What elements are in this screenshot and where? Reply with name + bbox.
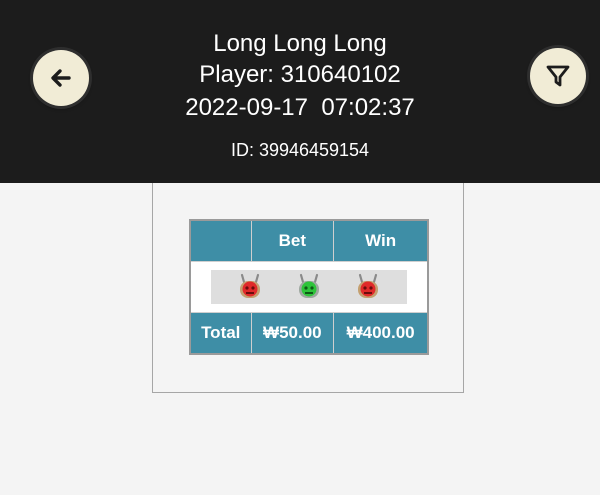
- total-bet-value: ₩50.00: [250, 312, 335, 355]
- player-label: Player: 310640102: [199, 61, 401, 88]
- total-label: Total: [189, 312, 252, 355]
- red-robot-icon: [357, 273, 378, 298]
- total-row: Total ₩50.00 ₩400.00: [189, 312, 429, 355]
- green-robot-icon: [298, 273, 319, 298]
- header-cell-bet: Bet: [250, 219, 335, 262]
- result-icons-strip: [211, 270, 407, 304]
- total-win-value: ₩400.00: [333, 312, 429, 355]
- filter-icon: [546, 65, 570, 87]
- game-title: Long Long Long: [213, 30, 387, 57]
- header-bar: Long Long Long Player: 310640102 2022-09…: [0, 0, 600, 183]
- table-header-row: Bet Win: [189, 219, 429, 262]
- result-icons-row: [189, 261, 429, 313]
- header-cell-empty: [189, 219, 252, 262]
- bet-result-table: Bet Win Total ₩50.00 ₩400.00: [189, 219, 429, 355]
- header-cell-win: Win: [333, 219, 429, 262]
- round-id: ID: 39946459154: [230, 140, 370, 160]
- round-datetime: 2022-09-17 07:02:37: [185, 94, 415, 121]
- red-robot-icon: [240, 273, 261, 298]
- filter-button[interactable]: [530, 48, 586, 104]
- result-icons-cell: [189, 261, 429, 313]
